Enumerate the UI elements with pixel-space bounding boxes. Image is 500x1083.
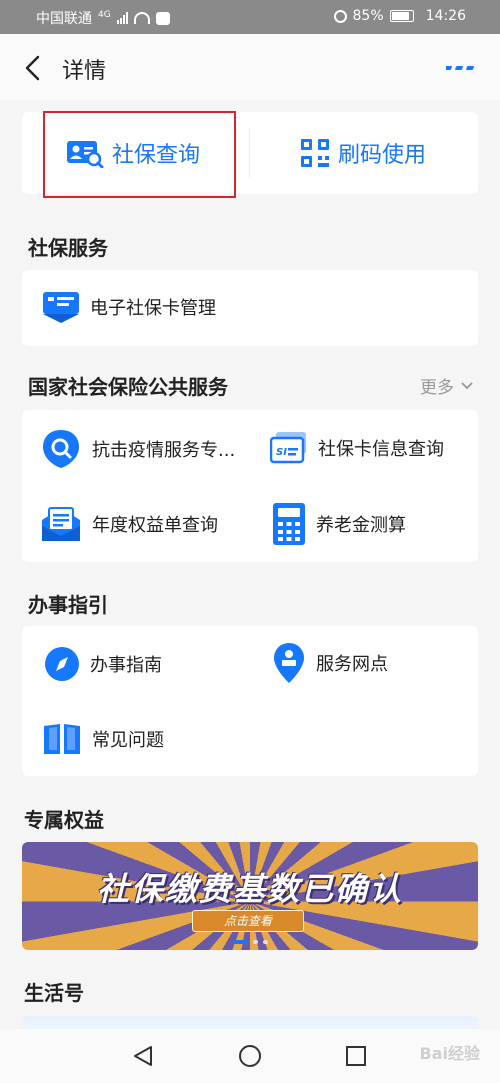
- qr-code-icon: [301, 139, 329, 167]
- si-card-query-label: 社保卡信息查询: [318, 439, 444, 460]
- status-bar: 中国联通 4G 85% 14:26: [0, 0, 500, 34]
- system-home-icon[interactable]: [238, 1044, 262, 1068]
- national-service-card: 抗击疫情服务专... SI 社保卡信息查询 年度权益单查询 养老金测算: [22, 410, 478, 562]
- faq-item[interactable]: 常见问题: [42, 722, 164, 756]
- carousel-dot: [263, 940, 268, 944]
- banner-view-button[interactable]: 点击查看: [192, 910, 304, 932]
- service-guide-item[interactable]: 办事指南: [44, 646, 162, 682]
- e-card-icon: [43, 292, 79, 323]
- nav-bar: 详情: [0, 34, 500, 100]
- guide-section-title: 办事指引: [28, 593, 108, 617]
- open-book-icon: [44, 724, 80, 754]
- epidemic-service-item[interactable]: 抗击疫情服务专...: [40, 428, 235, 470]
- alarm-icon: [333, 9, 347, 23]
- more-link[interactable]: 更多: [420, 373, 474, 398]
- envelope-document-icon: [42, 507, 80, 541]
- carousel-dot: [253, 940, 258, 944]
- battery-percent: 85%: [352, 8, 384, 24]
- quick-actions-card: 社保查询 刷码使用: [22, 112, 478, 194]
- back-arrow-icon[interactable]: [22, 54, 46, 82]
- scan-code-use-button[interactable]: 刷码使用: [300, 112, 426, 194]
- system-back-icon[interactable]: [132, 1045, 154, 1067]
- service-outlets-item[interactable]: 服务网点: [272, 642, 388, 684]
- faq-label: 常见问题: [92, 730, 164, 751]
- calculator-icon: [273, 503, 305, 545]
- signal-icon: [116, 12, 128, 24]
- system-recents-icon[interactable]: [345, 1045, 367, 1067]
- divider: [249, 128, 250, 178]
- app-badge-icon: [155, 11, 170, 25]
- annual-rights-query-label: 年度权益单查询: [92, 515, 218, 536]
- page-title: 详情: [62, 59, 107, 84]
- more-link-label: 更多: [420, 378, 454, 398]
- clock: 14:26: [425, 8, 466, 24]
- benefits-section-title: 专属权益: [24, 808, 104, 832]
- carrier-name: 中国联通: [36, 11, 92, 27]
- battery-icon: [389, 10, 414, 22]
- service-outlets-label: 服务网点: [316, 654, 388, 675]
- wifi-icon: [133, 12, 150, 24]
- search-shield-icon: [43, 430, 79, 468]
- watermark: Bai经验: [419, 1044, 480, 1063]
- e-social-card-management-item[interactable]: 电子社保卡管理: [42, 290, 216, 324]
- svg-text:SI: SI: [276, 447, 287, 458]
- more-icon[interactable]: [446, 64, 476, 72]
- carousel-dot-active: [234, 940, 248, 944]
- location-pin-icon: [274, 643, 304, 683]
- national-service-section-title: 国家社会保险公共服务: [28, 375, 228, 399]
- annual-rights-query-item[interactable]: 年度权益单查询: [40, 504, 218, 544]
- network-type: 4G: [98, 10, 111, 20]
- epidemic-service-label: 抗击疫情服务专...: [92, 440, 236, 461]
- social-service-section-title: 社保服务: [28, 236, 108, 260]
- si-card-query-item[interactable]: SI 社保卡信息查询: [270, 430, 444, 466]
- e-social-card-management-label: 电子社保卡管理: [90, 298, 216, 319]
- chevron-down-icon: [461, 381, 473, 389]
- pension-calculator-label: 养老金测算: [316, 515, 406, 536]
- scan-code-use-label: 刷码使用: [338, 143, 427, 168]
- banner-title: 社保缴费基数已确认: [96, 870, 403, 908]
- si-card-icon: SI: [270, 432, 306, 464]
- social-security-query-label: 社保查询: [112, 143, 201, 168]
- promo-banner[interactable]: 社保缴费基数已确认 点击查看: [22, 842, 478, 950]
- social-security-card-search-icon: [67, 141, 104, 168]
- life-section-title: 生活号: [24, 981, 84, 1005]
- guide-card: 办事指南 服务网点 常见问题: [22, 626, 478, 776]
- pension-calculator-item[interactable]: 养老金测算: [272, 502, 406, 546]
- compass-icon: [45, 647, 79, 681]
- carousel-indicator: [234, 940, 268, 944]
- social-service-card: 电子社保卡管理: [22, 270, 478, 346]
- social-security-query-button[interactable]: 社保查询: [66, 112, 200, 194]
- service-guide-label: 办事指南: [90, 655, 162, 676]
